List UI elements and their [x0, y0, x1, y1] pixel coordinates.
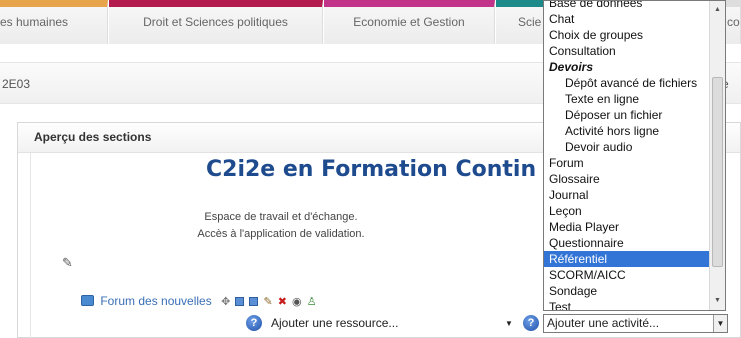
- tab-label: Droit et Sciences politiques: [143, 15, 288, 29]
- move-icon[interactable]: ✥: [221, 295, 230, 308]
- tab-label: co: [727, 15, 740, 29]
- hide-eye-icon[interactable]: ◉: [292, 295, 302, 308]
- dropdown-option[interactable]: Forum: [544, 155, 710, 171]
- tab-label: es humaines: [0, 15, 69, 29]
- dropdown-option[interactable]: Questionnaire: [544, 235, 710, 251]
- course-description: Espace de travail et d'échange. Accès à …: [31, 209, 531, 243]
- activity-edit-icons: ✥ ✎ ✖ ◉ ♙: [221, 295, 319, 308]
- edit-summary-icon[interactable]: ✎: [62, 255, 73, 271]
- dropdown-option[interactable]: SCORM/AICC: [544, 267, 710, 283]
- forum-activity-row: Forum des nouvelles ✥ ✎ ✖ ◉ ♙: [81, 294, 319, 310]
- dropdown-option[interactable]: Glossaire: [544, 171, 710, 187]
- add-resource-select[interactable]: Ajouter une ressource... ▼: [267, 314, 517, 333]
- dropdown-option[interactable]: Journal: [544, 187, 710, 203]
- dropdown-option[interactable]: Dépôt avancé de fichiers: [544, 75, 710, 91]
- add-activity-value: Ajouter une activité...: [547, 316, 660, 330]
- dropdown-options: Base de données Chat Choix de groupes Consu…: [544, 1, 710, 310]
- dropdown-option[interactable]: Leçon: [544, 203, 710, 219]
- scroll-up-arrow-icon[interactable]: ▲: [710, 3, 725, 17]
- dropdown-option[interactable]: Activité hors ligne: [544, 123, 710, 139]
- moodle-course-page: es humaines Droit et Sciences politiques…: [0, 0, 741, 338]
- tab-droit-sciences-politiques[interactable]: Droit et Sciences politiques: [109, 0, 323, 44]
- dropdown-option[interactable]: Media Player: [544, 219, 710, 235]
- chevron-down-icon[interactable]: ▼: [713, 315, 727, 332]
- dropdown-option[interactable]: Référentiel: [544, 251, 710, 267]
- help-icon[interactable]: ?: [246, 315, 262, 331]
- description-line: Accès à l'application de validation.: [197, 228, 365, 240]
- edit-icon[interactable]: ✎: [263, 295, 272, 308]
- indent-right-icon[interactable]: [235, 297, 245, 306]
- dropdown-option[interactable]: Test: [544, 299, 710, 310]
- tab-label: Scie: [518, 15, 542, 29]
- help-icon[interactable]: ?: [523, 315, 539, 331]
- dropdown-option[interactable]: Déposer un fichier: [544, 107, 710, 123]
- scroll-down-arrow-icon[interactable]: ▼: [710, 294, 725, 308]
- forum-icon: [81, 295, 94, 306]
- indent-left-icon[interactable]: [249, 297, 259, 306]
- dropdown-option[interactable]: Sondage: [544, 283, 710, 299]
- forum-news-link[interactable]: Forum des nouvelles: [100, 294, 211, 308]
- tab-label: Economie et Gestion: [353, 15, 465, 29]
- course-title: C2i2e en Formation Contin: [206, 157, 537, 182]
- dropdown-option[interactable]: Consultation: [544, 43, 710, 59]
- dropdown-option[interactable]: Base de données: [544, 1, 710, 11]
- chevron-down-icon: ▼: [505, 319, 513, 328]
- dropdown-group-label: Devoirs: [549, 60, 594, 74]
- description-line: Espace de travail et d'échange.: [204, 211, 358, 223]
- course-code: 2E03: [2, 77, 31, 91]
- dropdown-scrollbar[interactable]: ▲ ▼: [709, 1, 725, 310]
- dropdown-option[interactable]: Choix de groupes: [544, 27, 710, 43]
- activity-dropdown-list[interactable]: Base de données Chat Choix de groupes Consu…: [543, 0, 726, 311]
- scrollbar-thumb[interactable]: [712, 77, 723, 267]
- dropdown-option[interactable]: Chat: [544, 11, 710, 27]
- delete-icon[interactable]: ✖: [278, 295, 287, 308]
- dropdown-option[interactable]: Devoir audio: [544, 139, 710, 155]
- tab-sciences-humaines[interactable]: es humaines: [0, 0, 108, 44]
- group-mode-icon[interactable]: ♙: [307, 295, 317, 308]
- tab-economie-gestion[interactable]: Economie et Gestion: [324, 0, 495, 44]
- dropdown-option[interactable]: Texte en ligne: [544, 91, 710, 107]
- add-resource-value: Ajouter une ressource...: [271, 316, 399, 330]
- add-activity-select[interactable]: Ajouter une activité... ▼: [543, 314, 728, 333]
